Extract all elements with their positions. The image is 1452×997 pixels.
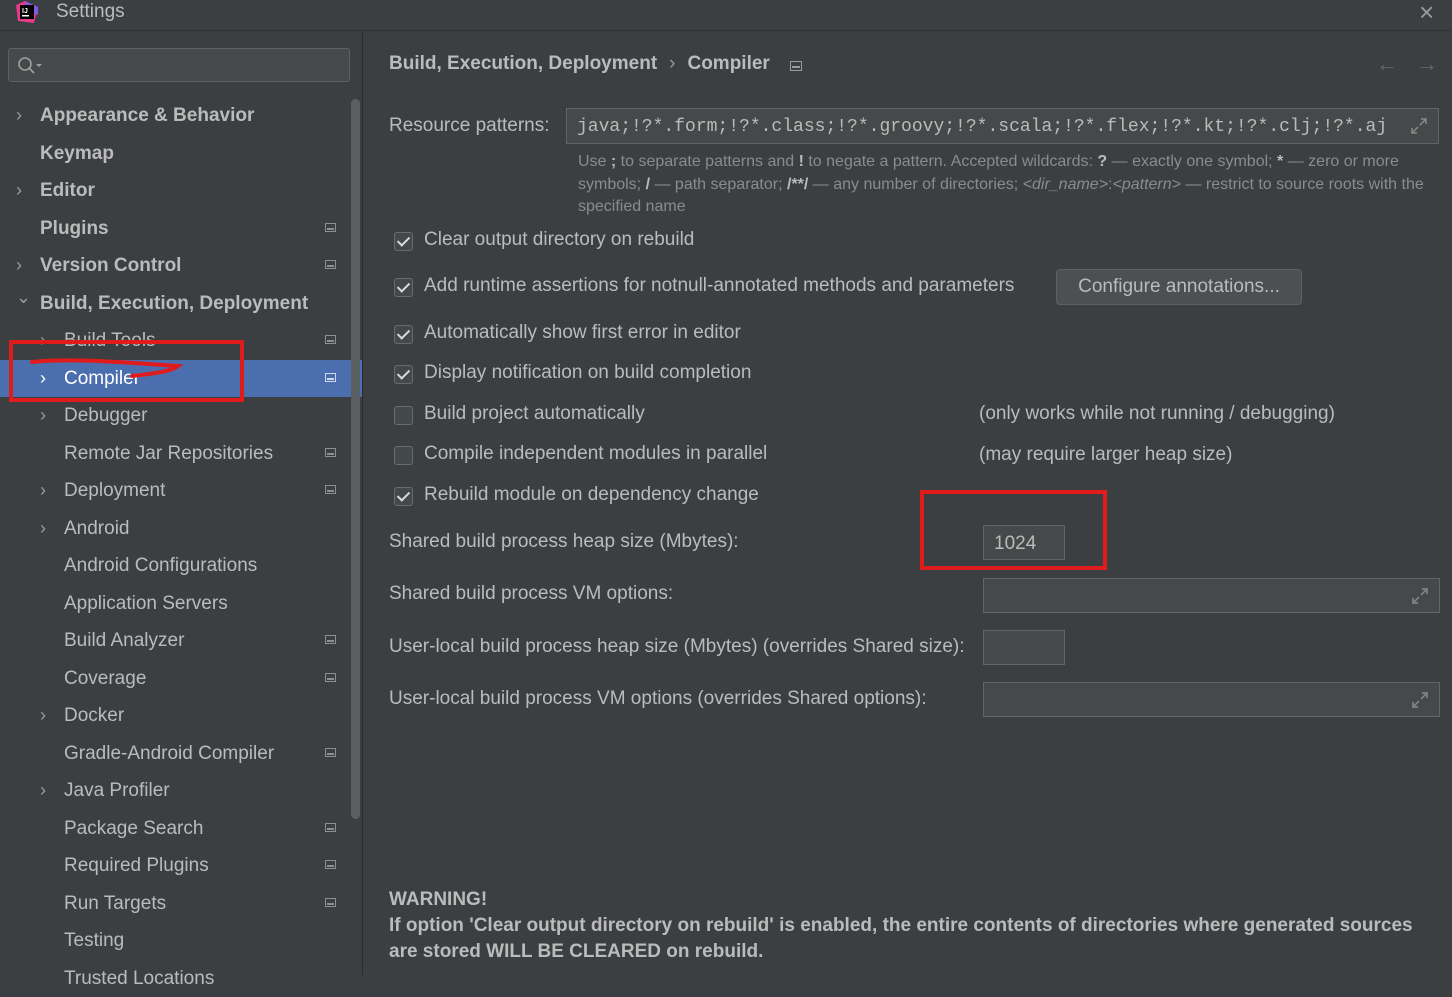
sidebar-item-label: Java Profiler — [64, 780, 170, 801]
sidebar-item-label: Android — [64, 517, 130, 539]
project-level-icon — [325, 485, 336, 494]
user-heap-input[interactable] — [992, 631, 1066, 666]
compile-parallel-label: Compile independent modules in parallel — [424, 443, 768, 464]
sidebar-item-coverage[interactable]: Coverage — [0, 660, 348, 697]
project-level-icon — [325, 260, 336, 269]
runtime-assertions-checkbox[interactable] — [394, 278, 413, 297]
expand-icon[interactable] — [1410, 117, 1428, 135]
sidebar-item-label: Testing — [64, 930, 125, 951]
display-notification-label: Display notification on build completion — [424, 362, 752, 383]
compiler-settings-panel: Build, Execution, Deployment › Compiler ← … — [363, 31, 1452, 975]
breadcrumb: Build, Execution, Deployment › Compiler — [389, 53, 802, 75]
sidebar-item-label: Remote Jar Repositories — [64, 442, 274, 464]
compile-parallel-note: (may require larger heap size) — [979, 444, 1233, 465]
compile-parallel-checkbox[interactable] — [394, 446, 413, 465]
project-level-icon — [325, 635, 336, 644]
sidebar-item-label: Required Plugins — [64, 855, 209, 876]
sidebar-item-docker[interactable]: › Docker — [0, 697, 348, 734]
project-level-icon — [325, 672, 336, 682]
project-level-icon — [325, 447, 336, 457]
user-vm-options-input[interactable] — [992, 683, 1407, 718]
back-arrow-icon[interactable]: ← — [1376, 51, 1398, 77]
show-first-error-checkbox[interactable] — [394, 325, 413, 344]
project-level-icon — [325, 822, 336, 832]
sidebar-item-android[interactable]: › Android — [0, 510, 348, 547]
user-vm-options-label: User-local build process VM options (ove… — [389, 688, 927, 709]
rebuild-module-label: Rebuild module on dependency change — [424, 484, 759, 505]
chevron-right-icon[interactable]: › — [40, 397, 46, 434]
display-notification-checkbox[interactable] — [394, 365, 413, 384]
clear-output-warning: WARNING! If option 'Clear output directo… — [389, 887, 1439, 965]
shared-vm-options-label: Shared build process VM options: — [389, 583, 674, 604]
build-automatically-label: Build project automatically — [424, 403, 645, 424]
sidebar-item-label: Gradle-Android Compiler — [64, 742, 275, 764]
breadcrumb-parent[interactable]: Build, Execution, Deployment — [389, 53, 657, 74]
sidebar-item-run-targets[interactable]: Run Targets — [0, 885, 348, 922]
sidebar-item-android-configurations[interactable]: Android Configurations — [0, 547, 348, 584]
shared-vm-options-input[interactable] — [992, 579, 1407, 614]
sidebar-item-required-plugins[interactable]: Required Plugins — [0, 847, 348, 884]
sidebar-item-label: Run Targets — [64, 892, 167, 914]
sidebar-item-trusted-locations[interactable]: Trusted Locations — [0, 960, 348, 997]
sidebar-item-java-profiler[interactable]: › Java Profiler — [0, 772, 348, 809]
project-level-icon — [325, 222, 336, 232]
project-level-icon — [325, 372, 336, 382]
forward-arrow-icon[interactable]: → — [1416, 51, 1438, 77]
sidebar-item-label: Application Servers — [64, 592, 228, 614]
project-level-icon — [325, 335, 336, 344]
build-automatically-note: (only works while not running / debuggin… — [979, 403, 1335, 424]
sidebar-item-package-search[interactable]: Package Search — [0, 810, 348, 847]
sidebar-item-label: Coverage — [64, 667, 147, 689]
sidebar-item-label: Deployment — [64, 480, 166, 501]
annotation-box-heap-size — [920, 490, 1107, 570]
sidebar-item-gradle-android-compiler[interactable]: Gradle-Android Compiler — [0, 735, 348, 772]
shared-heap-label: Shared build process heap size (Mbytes): — [389, 531, 739, 552]
expand-icon[interactable] — [1411, 587, 1429, 605]
sidebar-item-label: Debugger — [64, 405, 148, 426]
user-heap-label: User-local build process heap size (Mbyt… — [389, 636, 965, 657]
sidebar-item-label: Package Search — [64, 817, 204, 839]
sidebar-item-debugger[interactable]: › Debugger — [0, 397, 348, 434]
shared-vm-options-field[interactable] — [983, 578, 1440, 614]
configure-annotations-button[interactable]: Configure annotations... — [1056, 269, 1302, 305]
resource-patterns-input[interactable] — [575, 109, 1406, 145]
close-window-button[interactable]: × — [1419, 0, 1434, 26]
expand-icon[interactable] — [1411, 691, 1429, 709]
chevron-right-icon[interactable]: › — [40, 697, 46, 734]
resource-patterns-label: Resource patterns: — [389, 115, 550, 136]
annotation-scribble — [30, 358, 184, 378]
resource-patterns-hint: Use ; to separate patterns and ! to nega… — [578, 153, 1424, 215]
show-first-error-label: Automatically show first error in editor — [424, 322, 741, 343]
runtime-assertions-label: Add runtime assertions for notnull-annot… — [424, 275, 1015, 296]
sidebar-item-build-analyzer[interactable]: Build Analyzer — [0, 622, 348, 659]
build-automatically-checkbox[interactable] — [394, 406, 413, 425]
sidebar-item-label: Trusted Locations — [64, 967, 215, 989]
user-vm-options-field[interactable] — [983, 682, 1440, 718]
sidebar-scrollbar[interactable] — [351, 99, 360, 819]
warning-title: WARNING! — [389, 889, 488, 910]
user-heap-field[interactable] — [983, 630, 1066, 666]
sidebar-item-label: Docker — [64, 705, 125, 726]
sidebar-item-deployment[interactable]: › Deployment — [0, 472, 348, 509]
chevron-right-icon[interactable]: › — [40, 510, 46, 547]
project-level-icon — [789, 61, 802, 71]
project-level-icon — [325, 747, 336, 757]
chevron-right-icon[interactable]: › — [40, 772, 46, 809]
project-level-icon — [325, 897, 336, 907]
rebuild-module-checkbox[interactable] — [394, 487, 413, 506]
chevron-right-icon[interactable]: › — [40, 472, 46, 509]
clear-output-checkbox[interactable] — [394, 232, 413, 251]
warning-text: If option 'Clear output directory on reb… — [389, 915, 1413, 962]
breadcrumb-separator: › — [669, 53, 676, 74]
breadcrumb-current: Compiler — [687, 53, 770, 74]
sidebar-item-label: Android Configurations — [64, 555, 258, 576]
sidebar-item-testing[interactable]: Testing — [0, 922, 348, 959]
sidebar-item-application-servers[interactable]: Application Servers — [0, 585, 348, 622]
sidebar-item-remote-jar-repositories[interactable]: Remote Jar Repositories — [0, 435, 348, 472]
clear-output-label: Clear output directory on rebuild — [424, 229, 695, 250]
sidebar-item-label: Build Analyzer — [64, 630, 185, 651]
project-level-icon — [325, 860, 336, 869]
resource-patterns-field[interactable] — [566, 108, 1439, 145]
